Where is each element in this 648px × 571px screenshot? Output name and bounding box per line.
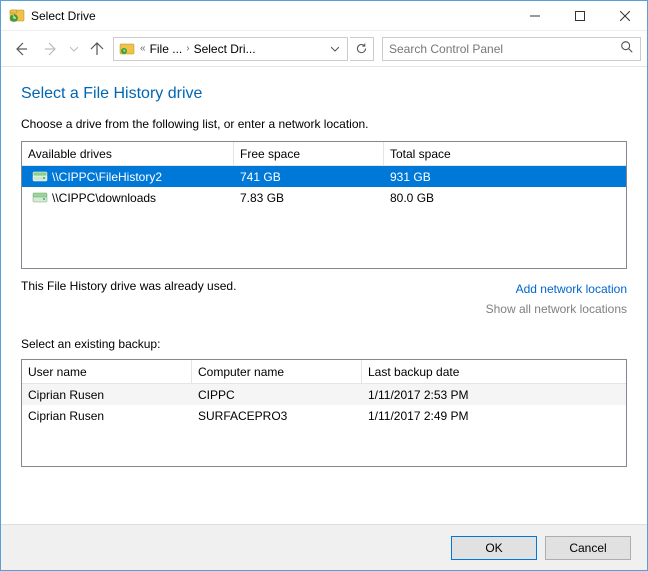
search-input[interactable]: Search Control Panel	[382, 37, 641, 61]
backup-computer: CIPPC	[192, 388, 362, 402]
up-button[interactable]	[83, 35, 111, 63]
maximize-button[interactable]	[557, 1, 602, 30]
backups-header: User name Computer name Last backup date	[22, 360, 626, 384]
titlebar: Select Drive	[1, 1, 647, 31]
network-drive-icon	[32, 192, 48, 204]
refresh-button[interactable]	[350, 37, 374, 61]
drive-free: 7.83 GB	[234, 191, 384, 205]
breadcrumb-seg[interactable]: File ...	[150, 42, 183, 56]
ok-button[interactable]: OK	[451, 536, 537, 560]
minimize-button[interactable]	[512, 1, 557, 30]
network-drive-icon	[32, 171, 48, 183]
search-placeholder: Search Control Panel	[389, 42, 620, 56]
drive-total: 931 GB	[384, 170, 626, 184]
close-button[interactable]	[602, 1, 647, 30]
drive-name: \\CIPPC\downloads	[52, 191, 156, 205]
backup-row[interactable]: Ciprian Rusen SURFACEPRO3 1/11/2017 2:49…	[22, 405, 626, 426]
footer: OK Cancel	[1, 524, 647, 570]
col-computer-name[interactable]: Computer name	[192, 360, 362, 383]
backup-user: Ciprian Rusen	[22, 388, 192, 402]
col-total-space[interactable]: Total space	[384, 147, 626, 161]
cancel-button[interactable]: Cancel	[545, 536, 631, 560]
chevron-left-icon: «	[138, 43, 148, 54]
navbar: « File ... › Select Dri... Search Contro…	[1, 31, 647, 67]
col-free-space[interactable]: Free space	[234, 142, 384, 165]
back-button[interactable]	[7, 35, 35, 63]
search-icon[interactable]	[620, 40, 634, 57]
chevron-right-icon: ›	[184, 43, 191, 54]
window-controls	[512, 1, 647, 30]
backups-label: Select an existing backup:	[21, 337, 627, 351]
drive-name: \\CIPPC\FileHistory2	[52, 170, 162, 184]
backup-computer: SURFACEPRO3	[192, 409, 362, 423]
drive-free: 741 GB	[234, 170, 384, 184]
show-all-network-locations-link[interactable]: Show all network locations	[486, 299, 627, 319]
backups-list: User name Computer name Last backup date…	[21, 359, 627, 467]
instruction-text: Choose a drive from the following list, …	[21, 117, 627, 131]
backup-date: 1/11/2017 2:49 PM	[362, 409, 626, 423]
page-title: Select a File History drive	[21, 85, 627, 103]
add-network-location-link[interactable]: Add network location	[486, 279, 627, 299]
breadcrumb[interactable]: « File ... › Select Dri...	[113, 37, 348, 61]
breadcrumb-dropdown-icon[interactable]	[327, 42, 343, 56]
app-icon	[9, 8, 25, 24]
drives-list: Available drives Free space Total space …	[21, 141, 627, 269]
window-title: Select Drive	[31, 9, 512, 23]
backup-user: Ciprian Rusen	[22, 409, 192, 423]
col-user-name[interactable]: User name	[22, 360, 192, 383]
drive-row[interactable]: \\CIPPC\downloads 7.83 GB 80.0 GB	[22, 187, 626, 208]
backup-row[interactable]: Ciprian Rusen CIPPC 1/11/2017 2:53 PM	[22, 384, 626, 405]
backup-date: 1/11/2017 2:53 PM	[362, 388, 626, 402]
drive-total: 80.0 GB	[384, 191, 626, 205]
breadcrumb-seg[interactable]: Select Dri...	[194, 42, 256, 56]
recent-dropdown-icon[interactable]	[67, 35, 81, 63]
drive-row[interactable]: \\CIPPC\FileHistory2 741 GB 931 GB	[22, 166, 626, 187]
content-area: Select a File History drive Choose a dri…	[1, 67, 647, 524]
drives-header: Available drives Free space Total space	[22, 142, 626, 166]
col-available-drives[interactable]: Available drives	[22, 142, 234, 165]
col-last-backup-date[interactable]: Last backup date	[362, 365, 626, 379]
folder-history-icon	[118, 40, 136, 58]
forward-button[interactable]	[37, 35, 65, 63]
status-message: This File History drive was already used…	[21, 279, 486, 293]
